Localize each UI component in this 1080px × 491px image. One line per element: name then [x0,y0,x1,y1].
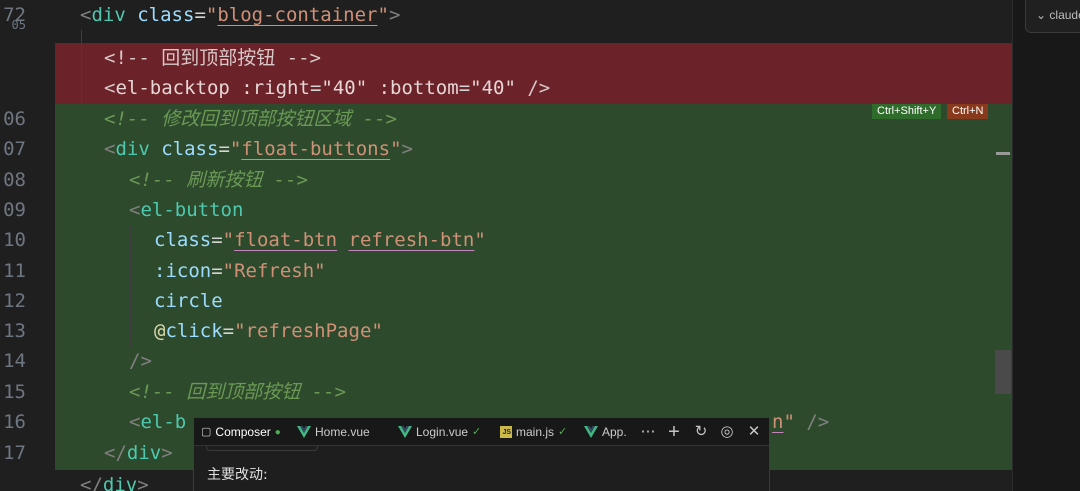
panel-dropdown[interactable]: ⌄ claude [1025,0,1080,33]
line-number: 06 [3,108,26,130]
tab-home-vue[interactable]: Home.vue [297,418,370,446]
composer-message: 主要改动: [207,467,268,483]
line-number: 09 [3,199,26,221]
vue-icon [584,426,598,438]
composer-icon: ▢ [201,425,212,438]
indent-guide [105,165,106,440]
check-icon: ✓ [558,425,568,438]
line-number: 13 [3,320,26,342]
line-number: 07 [3,138,26,160]
line-number-gutter: 72 05 06 07 08 09 10 11 12 13 14 15 16 1… [0,0,55,491]
composer-tab-bar: ▢ Composer ● Home.vue Login.vue ✓ JS mai… [194,418,769,446]
code-line-tail: n" /> [772,411,830,433]
settings-icon[interactable]: ◎ [717,422,737,442]
code-line[interactable]: <el-button [129,195,243,225]
code-line[interactable]: <!-- 回到顶部按钮 --> [129,377,346,407]
vue-icon [297,426,311,438]
check-icon: ✓ [472,425,482,438]
code-line[interactable]: </div> [104,438,173,468]
code-line[interactable]: class="float-btn refresh-btn" [154,225,486,255]
code-line[interactable]: </div> [80,470,149,491]
modified-dot-icon: ● [274,426,281,438]
indent-guide [130,225,131,347]
code-line[interactable]: @click="refreshPage" [154,316,383,346]
history-icon[interactable]: ↻ [691,422,711,442]
panel-label: claude [1049,8,1080,22]
side-panel: ⌄ claude [1012,0,1080,491]
js-icon: JS [500,426,512,438]
more-icon[interactable]: ⋯ [638,422,658,442]
chevron-down-icon: ⌄ [1036,8,1047,22]
code-line[interactable]: <el-b [129,407,186,437]
tab-app-vue[interactable]: App. [584,418,627,446]
close-icon[interactable]: ✕ [744,422,764,442]
vue-icon [398,426,412,438]
tab-login-vue[interactable]: Login.vue ✓ [398,418,481,446]
deleted-code-line[interactable]: <!-- 回到顶部按钮 --> [104,43,321,73]
composer-panel: ▢ Composer ● Home.vue Login.vue ✓ JS mai… [193,417,770,491]
code-line[interactable]: <div class="blog-container"> [80,0,400,30]
code-line[interactable]: :icon="Refresh" [154,256,326,286]
line-number: 14 [3,350,26,372]
deleted-code-line[interactable]: <el-backtop :right="40" :bottom="40" /> [104,73,550,103]
indent-guide [81,30,82,470]
line-number: 17 [3,442,26,464]
accept-change-shortcut[interactable]: Ctrl+Shift+Y [872,104,942,119]
line-number: 16 [3,411,26,433]
line-number: 15 [3,381,26,403]
line-number: 08 [3,169,26,191]
line-number: 12 [3,290,26,312]
line-number: 05 [11,18,26,32]
code-line[interactable]: <!-- 刷新按钮 --> [129,165,308,195]
tab-composer[interactable]: ▢ Composer ● [201,418,281,446]
reject-change-shortcut[interactable]: Ctrl+N [947,104,989,119]
code-line[interactable]: /> [129,346,152,376]
line-number: 10 [3,229,26,251]
code-line[interactable]: circle [154,286,223,316]
scrollbar-thumb[interactable] [995,350,1011,394]
tab-dropdown-hint [206,446,318,451]
tab-main-js[interactable]: JS main.js ✓ [500,418,567,446]
add-icon[interactable]: + [664,422,684,442]
code-line[interactable]: <!-- 修改回到顶部按钮区域 --> [104,104,397,134]
line-number: 11 [3,260,26,282]
minimap-marker [996,152,1010,155]
code-line[interactable]: <div class="float-buttons"> [104,134,413,164]
